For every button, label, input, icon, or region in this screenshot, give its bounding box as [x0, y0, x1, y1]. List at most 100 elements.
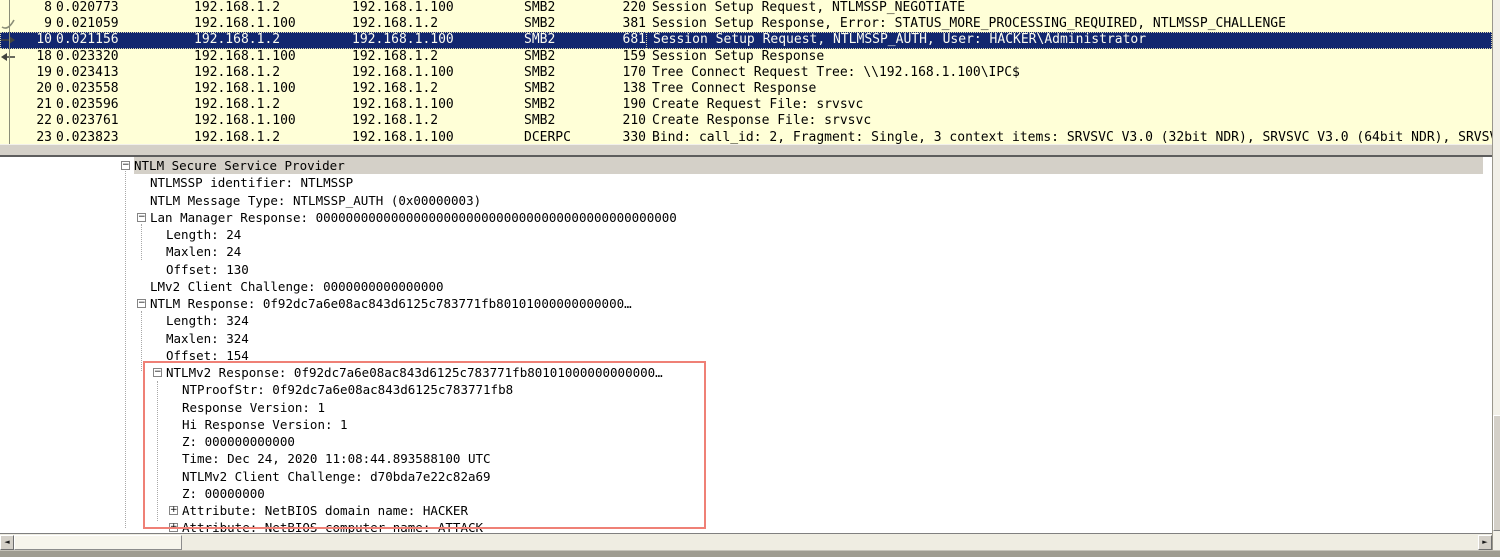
expander-box[interactable]: − [137, 299, 146, 309]
packet-cell-source: 192.168.1.2 [194, 129, 281, 145]
packet-cell-destination: 192.168.1.2 [352, 80, 439, 96]
packet-cell-source: 192.168.1.2 [194, 32, 281, 48]
expander-box[interactable]: − [137, 212, 146, 222]
packet-cell-time: 0.023558 [56, 80, 119, 96]
packet-cell-length: 170 [622, 64, 646, 80]
detail-tree-row[interactable]: Maxlen: 24 [0, 243, 1483, 260]
horizontal-scrollbar[interactable]: ◄ ► [0, 533, 1492, 550]
scroll-right-icon: ► [1482, 538, 1488, 546]
expand-expander-icon[interactable]: + [169, 506, 182, 516]
detail-tree-row[interactable]: Time: Dec 24, 2020 11:08:44.893588100 UT… [0, 450, 1483, 467]
packet-cell-source: 192.168.1.100 [194, 16, 296, 32]
detail-field-text: Z: 000000000000 [182, 434, 295, 449]
detail-field-text: Offset: 130 [166, 261, 249, 277]
expand-expander-icon[interactable]: + [169, 523, 182, 533]
detail-field-text: Response Version: 1 [182, 399, 325, 415]
collapse-expander-icon[interactable]: − [137, 299, 150, 309]
packet-row[interactable]: 19 0.023413 192.168.1.2 192.168.1.100 SMB2 17… [0, 65, 1492, 81]
packet-row[interactable]: 23 0.023823 192.168.1.2 192.168.1.100 DCERPC… [0, 130, 1492, 145]
packet-row[interactable]: 18 0.023320 192.168.1.100 192.168.1.2 SMB2 15… [0, 49, 1492, 65]
packet-row-gutter [0, 65, 26, 81]
packet-row[interactable]: 9 0.021059 192.168.1.100 192.168.1.2 SMB2 381… [0, 16, 1492, 32]
packet-row-gutter [0, 0, 26, 16]
packet-cell-time: 0.023413 [56, 64, 119, 80]
packet-cell-destination: 192.168.1.100 [352, 64, 454, 80]
packet-cell-length: 210 [622, 113, 646, 129]
detail-tree-row[interactable]: + Attribute: NetBIOS domain name: HACKER [0, 502, 1483, 519]
packet-cell-time: 0.023823 [56, 129, 119, 145]
detail-tree-row[interactable]: − Lan Manager Response: 00000000000000000… [0, 209, 1483, 226]
collapse-expander-icon[interactable]: − [137, 212, 150, 222]
detail-tree-row[interactable]: Hi Response Version: 1 [0, 416, 1483, 433]
expander-box[interactable]: + [169, 506, 178, 516]
expander-box[interactable]: − [121, 161, 130, 171]
detail-tree-row[interactable]: Z: 000000000000 [0, 433, 1483, 450]
packet-cell-protocol: SMB2 [524, 48, 556, 64]
packet-cell-info: Create Request File: srvsvc [652, 97, 864, 113]
scroll-left-button[interactable]: ◄ [0, 535, 14, 550]
expander-box[interactable]: − [153, 368, 162, 378]
detail-tree-row[interactable]: NTProofStr: 0f92dc7a6e08ac843d6125c78377… [0, 381, 1483, 398]
detail-field-text: Maxlen: 24 [166, 244, 242, 260]
packet-cell-protocol: SMB2 [524, 64, 556, 80]
packet-cell-source: 192.168.1.100 [194, 48, 296, 64]
packet-cell-protocol: SMB2 [524, 113, 556, 129]
packet-cell-no: 23 [36, 129, 52, 145]
packet-cell-length: 138 [622, 80, 646, 96]
collapse-expander-icon[interactable]: − [121, 161, 134, 171]
detail-tree-row[interactable]: − NTLMv2 Response: 0f92dc7a6e08ac843d6125… [0, 364, 1483, 381]
packet-row[interactable]: 10 0.021156 192.168.1.2 192.168.1.100 SMB2 68… [0, 32, 1492, 49]
detail-tree-row[interactable]: Length: 24 [0, 226, 1483, 243]
pane-splitter[interactable] [0, 144, 1500, 157]
detail-tree-row[interactable]: NTLMv2 Client Challenge: d70bda7e22c82a6… [0, 468, 1483, 485]
detail-tree-row[interactable]: + Attribute: NetBIOS computer name: ATTAC… [0, 519, 1483, 533]
packet-row-gutter [0, 97, 26, 113]
detail-tree-row[interactable]: NTLMSSP identifier: NTLMSSP [0, 174, 1483, 191]
detail-tree-row[interactable]: NTLM Message Type: NTLMSSP_AUTH (0x00000… [0, 192, 1483, 209]
detail-tree-row[interactable]: Offset: 154 [0, 347, 1483, 364]
detail-field-text: Length: 24 [166, 227, 242, 242]
detail-field-text: NTLM Message Type: NTLMSSP_AUTH (0x00000… [150, 192, 482, 208]
detail-tree-row[interactable]: Maxlen: 324 [0, 330, 1483, 347]
horizontal-scrollbar-thumb[interactable] [14, 535, 182, 550]
detail-field-text: Lan Manager Response: 000000000000000000… [150, 209, 677, 225]
expander-box[interactable]: + [169, 523, 178, 533]
detail-tree-row[interactable]: LMv2 Client Challenge: 0000000000000000 [0, 278, 1483, 295]
detail-tree-row[interactable]: − NTLM Secure Service Provider [0, 157, 1483, 175]
vertical-scrollbar[interactable] [1492, 0, 1500, 557]
related-packet-arrow-right-icon [1, 36, 15, 45]
detail-tree-row[interactable]: Offset: 130 [0, 261, 1483, 278]
vertical-scrollbar-thumb[interactable] [1493, 415, 1500, 531]
packet-row-gutter [0, 113, 26, 129]
detail-field-text: NTLMv2 Client Challenge: d70bda7e22c82a6… [182, 468, 491, 484]
packet-cell-time: 0.021059 [56, 16, 119, 32]
scroll-right-button[interactable]: ► [1478, 535, 1492, 550]
packet-row[interactable]: 20 0.023558 192.168.1.100 192.168.1.2 SMB2 13… [0, 81, 1492, 97]
packet-row[interactable]: 8 0.020773 192.168.1.2 192.168.1.100 SMB2 220… [0, 0, 1492, 16]
packet-row[interactable]: 21 0.023596 192.168.1.2 192.168.1.100 SMB2 19… [0, 97, 1492, 113]
detail-tree-row[interactable]: Z: 00000000 [0, 485, 1483, 502]
detail-tree-row[interactable]: Response Version: 1 [0, 399, 1483, 416]
packet-cell-no: 21 [36, 97, 52, 113]
packet-detail-pane[interactable]: − NTLM Secure Service Provider NTLMSSP ide… [0, 157, 1492, 533]
detail-tree-row[interactable]: Length: 324 [0, 312, 1483, 329]
packet-list[interactable]: 8 0.020773 192.168.1.2 192.168.1.100 SMB2 220… [0, 0, 1492, 144]
detail-tree-row[interactable]: − NTLM Response: 0f92dc7a6e08ac843d6125c7… [0, 295, 1483, 312]
detail-field-text: Hi Response Version: 1 [182, 416, 348, 432]
packet-cell-no: 8 [44, 0, 52, 15]
packet-row-gutter [0, 32, 26, 48]
packet-row[interactable]: 22 0.023761 192.168.1.100 192.168.1.2 SMB2 21… [0, 113, 1492, 129]
collapse-expander-icon[interactable]: − [153, 368, 166, 378]
packet-cell-time: 0.023320 [56, 48, 119, 64]
